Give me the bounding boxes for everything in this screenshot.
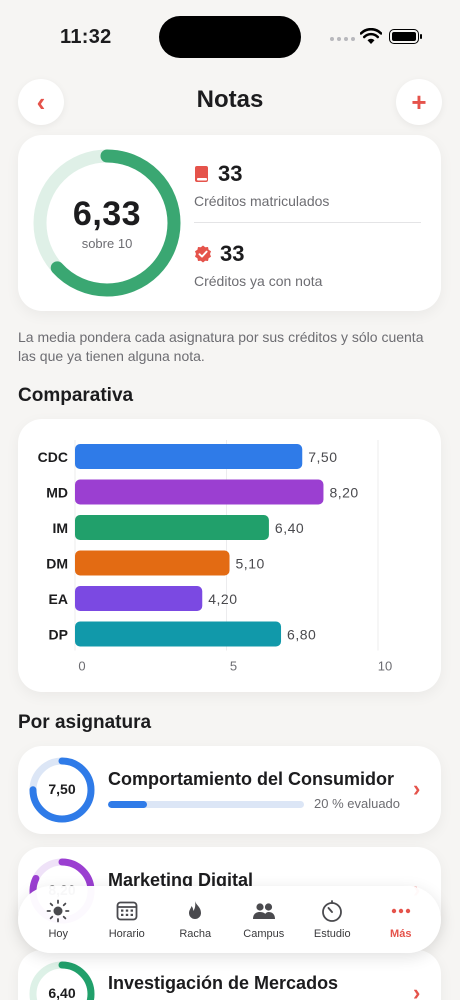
x-tick-label: 5: [230, 659, 237, 674]
tab-estudio[interactable]: Estudio: [299, 899, 365, 940]
bar: [75, 621, 282, 647]
tab-label: Estudio: [313, 928, 351, 940]
bar: [75, 479, 324, 505]
category-label: CDC: [38, 449, 68, 465]
chevron-right-icon: ›: [413, 980, 421, 1000]
category-label: EA: [49, 591, 68, 607]
comparison-chart-card: 0 5 10 CDC 7,50 MD 8,20 IM 6,40 DM 5,10 EA 4,20 DP 6,8…: [18, 419, 441, 692]
value-label: 6,80: [287, 627, 316, 643]
tab-hoy[interactable]: Hoy: [25, 899, 91, 940]
value-label: 6,40: [275, 520, 304, 536]
tab-campus[interactable]: Campus: [231, 899, 297, 940]
x-tick-label: 10: [378, 659, 392, 674]
wifi-icon: [360, 28, 382, 44]
tab-label: Hoy: [48, 928, 69, 940]
timer-icon: [322, 900, 343, 922]
category-label: MD: [46, 485, 68, 501]
people-icon: [252, 903, 275, 919]
tab-racha[interactable]: Racha: [162, 899, 228, 940]
bar: [75, 515, 269, 540]
average-summary-card: 6,33 sobre 10 33 Créditos matriculados 3…: [18, 135, 441, 311]
graded-credits-label: Créditos ya con nota: [194, 273, 323, 289]
bar: [75, 444, 303, 469]
tab-mas[interactable]: Más: [368, 899, 434, 940]
divider: [194, 222, 421, 223]
average-scale: sobre 10: [81, 236, 133, 251]
enrolled-credits-value: 33: [218, 161, 243, 186]
graded-credits-stat: 33 Créditos ya con nota: [194, 241, 322, 289]
page-title: Notas: [196, 86, 264, 113]
by-subject-heading: Por asignatura: [18, 712, 152, 733]
add-button[interactable]: +: [396, 79, 442, 125]
value-label: 8,20: [329, 485, 358, 501]
category-label: IM: [52, 520, 68, 536]
verified-badge-icon: [195, 245, 211, 263]
sun-icon: [46, 899, 70, 923]
value-label: 4,20: [208, 591, 237, 607]
battery-icon: [389, 29, 422, 44]
comparison-heading: Comparativa: [18, 385, 134, 406]
subject-name: Investigación de Mercados: [108, 973, 339, 993]
cellular-signal-icon: [330, 37, 355, 41]
book-icon: [195, 166, 208, 182]
status-time: 11:32: [60, 26, 112, 48]
value-label: 7,50: [308, 449, 337, 465]
subject-grade: 7,50: [48, 781, 76, 797]
tab-label: Más: [390, 928, 412, 940]
tab-bar: Hoy Horario Racha Campus Estudio Más: [18, 886, 441, 953]
bar: [75, 586, 203, 611]
evaluated-progress-bar: [108, 801, 304, 808]
tab-label: Campus: [243, 928, 285, 940]
more-icon: [391, 908, 410, 914]
comparison-bar-chart: 0 5 10 CDC 7,50 MD 8,20 IM 6,40 DM 5,10 EA 4,20 DP 6,8…: [38, 440, 392, 674]
subject-card[interactable]: 7,50 Comportamiento del Consumidor 20 % …: [18, 746, 441, 834]
chevron-right-icon: ›: [413, 776, 421, 801]
enrolled-credits-label: Créditos matriculados: [194, 193, 330, 209]
value-label: 5,10: [236, 556, 265, 572]
tab-label: Racha: [179, 928, 212, 940]
tab-horario[interactable]: Horario: [94, 899, 160, 940]
x-tick-label: 0: [78, 659, 85, 674]
dynamic-island: [159, 16, 301, 58]
tab-label: Horario: [108, 928, 145, 940]
subject-card[interactable]: 6,40 Investigación de Mercados ›: [18, 950, 441, 1000]
average-value: 6,33: [72, 195, 142, 233]
subject-grade: 6,40: [48, 985, 76, 1000]
category-label: DP: [49, 627, 68, 643]
category-label: DM: [46, 556, 68, 572]
enrolled-credits-stat: 33 Créditos matriculados: [194, 161, 329, 209]
bar: [75, 550, 230, 576]
status-bar: 11:32: [0, 0, 460, 70]
plus-icon: +: [411, 86, 427, 117]
subject-name: Comportamiento del Consumidor: [108, 769, 395, 789]
evaluated-percentage: 20 % evaluado: [314, 796, 401, 811]
weighting-note: La media pondera cada asignatura por sus…: [18, 329, 424, 364]
calendar-icon: [116, 901, 138, 921]
flame-icon: [189, 901, 202, 919]
graded-credits-value: 33: [220, 241, 245, 266]
